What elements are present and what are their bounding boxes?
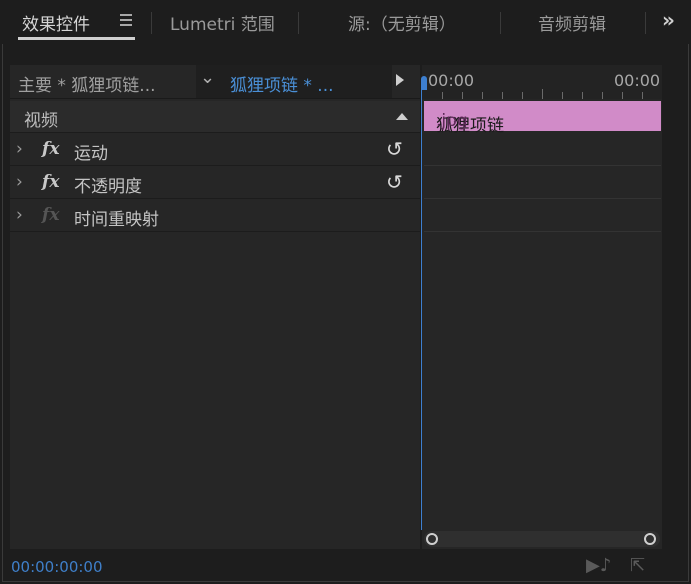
track-line [424,231,661,232]
zoom-scrollbar[interactable] [424,531,660,547]
collapse-up-icon[interactable] [396,113,408,120]
tab-separator [500,12,501,34]
ruler-tick [522,92,523,99]
chevron-right-icon[interactable]: › [16,205,23,225]
tab-lumetri-scopes[interactable]: Lumetri 范围 [170,10,275,35]
ruler-tick [482,92,483,99]
reset-icon[interactable]: ↺ [386,137,403,161]
chevron-right-icon[interactable]: › [16,172,23,192]
scrollbar-left-handle[interactable] [426,533,438,545]
ruler-tick [562,92,563,99]
effect-row-motion[interactable]: › fx 运动 ↺ [10,134,420,166]
ruler-tick [502,92,503,99]
video-section-header[interactable]: 视频 [10,101,420,133]
ruler-end-time: 00:00 [614,71,661,90]
sequence-clip-label: 狐狸项链 * ... [230,76,334,96]
section-label: 视频 [24,111,58,131]
ruler-start-time: 00:00 [428,71,475,90]
mini-timeline-panel [422,65,662,549]
panel-tab-bar: 效果控件 Lumetri 范围 源:（无剪辑） 音频剪辑 » [0,0,691,44]
ruler-tick [602,92,603,99]
clip-bar[interactable]: 狐狸项链 .jpg [424,101,661,136]
playhead-line[interactable] [421,90,422,530]
active-tab-indicator [18,37,135,40]
ruler-tick [542,89,543,99]
track-line [424,198,661,199]
reset-icon[interactable]: ↺ [386,170,403,194]
effect-row-opacity[interactable]: › fx 不透明度 ↺ [10,167,420,199]
clip-extension: .jpg [436,111,468,131]
play-only-audio-icon[interactable]: ▶♪ [586,555,611,576]
master-clip-label[interactable]: 主要 * 狐狸项链... [18,71,156,96]
tab-separator [151,12,152,34]
chevron-down-icon: ⌄ [200,67,216,88]
tab-separator [645,12,646,34]
tab-source[interactable]: 源:（无剪辑） [348,10,456,35]
ruler-tick [622,92,623,99]
time-ruler[interactable]: 00:00 00:00 [422,65,662,99]
effect-name: 运动 [74,144,108,164]
ruler-tick [642,92,643,99]
effect-row-time-remap[interactable]: › fx 时间重映射 [10,200,420,232]
clip-header: 主要 * 狐狸项链... ⌄ 狐狸项链 * ... [10,65,420,99]
ruler-tick [462,92,463,99]
ruler-tick [442,92,443,99]
double-chevron-right-icon[interactable]: » [662,8,675,32]
track-line [424,165,661,166]
fx-toggle-icon[interactable]: fx [42,172,59,192]
hamburger-icon[interactable] [120,14,132,26]
tab-effect-controls[interactable]: 效果控件 [22,10,90,35]
effect-name: 不透明度 [74,177,142,197]
chevron-right-icon[interactable]: › [16,139,23,159]
export-frame-icon[interactable]: ⇱ [630,555,645,576]
sequence-clip-dropdown[interactable]: ⌄ 狐狸项链 * ... [196,65,392,98]
current-timecode[interactable]: 00:00:00:00 [11,558,103,576]
playhead-handle[interactable] [421,76,427,90]
scrollbar-right-handle[interactable] [644,533,656,545]
ruler-tick [582,92,583,99]
tab-separator [298,12,299,34]
fx-toggle-icon[interactable]: fx [42,139,59,159]
fx-toggle-icon: fx [42,205,60,225]
tab-audio-clip[interactable]: 音频剪辑 [538,10,606,35]
toggle-timeline-icon[interactable] [396,74,404,86]
effect-name: 时间重映射 [74,210,159,230]
